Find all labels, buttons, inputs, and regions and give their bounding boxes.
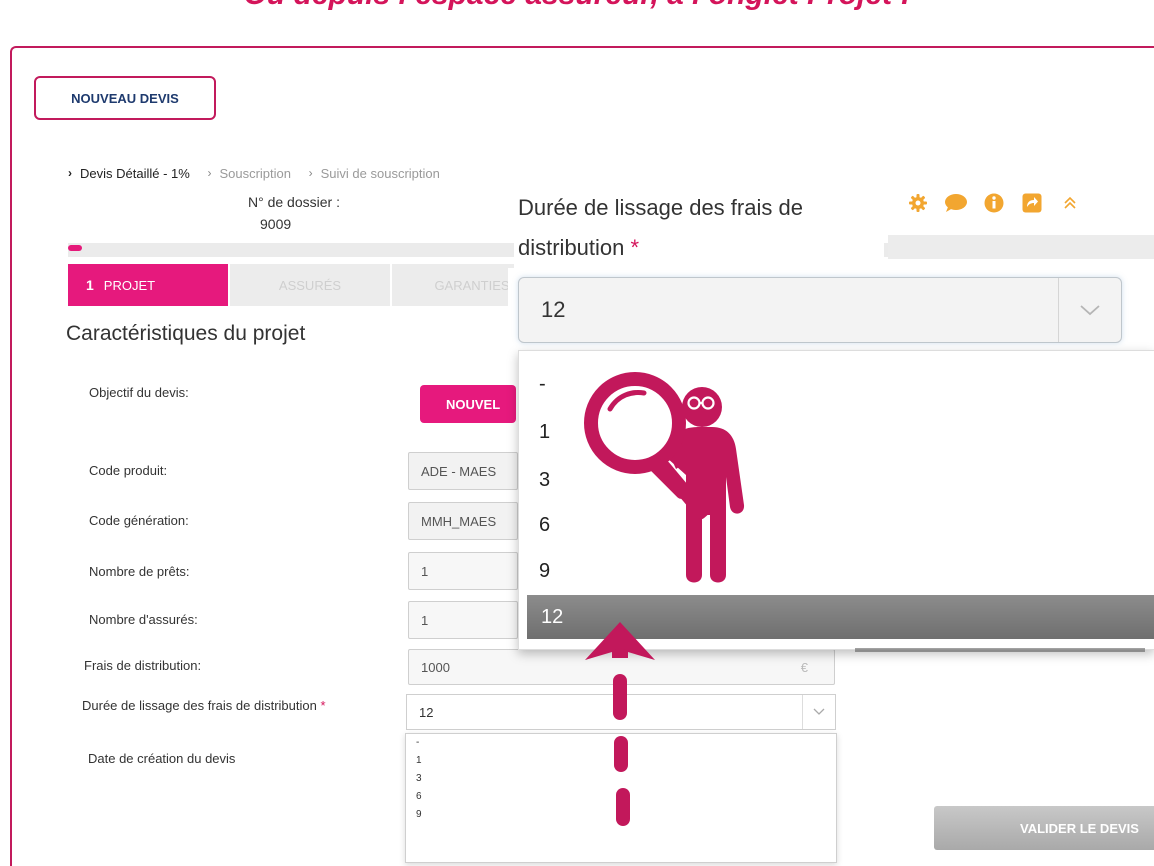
- step-tabs: 1 PROJET ASSURÉS GARANTIES: [68, 264, 554, 306]
- zoom-heading-text: Durée de lissage des frais de distributi…: [518, 195, 803, 260]
- required-mark: *: [320, 698, 326, 713]
- progress-track-right: [888, 235, 1154, 259]
- dossier-label: N° de dossier :: [248, 194, 340, 210]
- section-title: Caractéristiques du projet: [66, 322, 306, 345]
- zoom-option[interactable]: 6: [539, 514, 550, 537]
- code-produit-label: Code produit:: [89, 463, 168, 478]
- breadcrumb: › Devis Détaillé - 1% › Souscription › S…: [68, 165, 454, 181]
- tab-label: PROJET: [103, 277, 156, 293]
- divider: [855, 648, 1145, 652]
- tab-number: 1: [86, 277, 94, 293]
- info-icon[interactable]: [982, 191, 1006, 215]
- tab-projet[interactable]: 1 PROJET: [68, 264, 228, 306]
- nb-assures-label: Nombre d'assurés:: [89, 612, 198, 627]
- nb-prets-field[interactable]: 1: [408, 552, 518, 590]
- zoom-duree-select[interactable]: 12: [518, 277, 1122, 343]
- code-generation-label: Code génération:: [89, 513, 189, 528]
- chevron-down-icon: [802, 695, 835, 729]
- frais-label: Frais de distribution:: [84, 658, 202, 673]
- zoom-heading: Durée de lissage des frais de distributi…: [518, 188, 878, 268]
- banner-title: Ou depuis l’espace assureur, à l’onglet …: [0, 0, 1154, 12]
- tab-assures[interactable]: ASSURÉS: [230, 264, 390, 306]
- tab-label: GARANTIES: [434, 277, 510, 293]
- zoom-option[interactable]: 1: [539, 421, 550, 444]
- new-quote-button[interactable]: NOUVEAU DEVIS: [34, 76, 216, 120]
- chat-icon[interactable]: [944, 191, 968, 215]
- date-label: Date de création du devis: [88, 751, 236, 766]
- chevron-right-icon: ›: [207, 166, 212, 180]
- share-icon[interactable]: [1020, 191, 1044, 215]
- zoom-option[interactable]: -: [539, 373, 546, 396]
- duree-select-value: 12: [419, 704, 434, 720]
- arrow-up-icon: [585, 622, 655, 826]
- breadcrumb-step-devis[interactable]: › Devis Détaillé - 1%: [68, 166, 190, 181]
- breadcrumb-label: Suivi de souscription: [320, 165, 440, 181]
- zoom-option[interactable]: 3: [539, 469, 550, 492]
- zoom-required-mark: *: [630, 235, 640, 260]
- zoom-option[interactable]: 9: [539, 560, 550, 583]
- nb-assures-field[interactable]: 1: [408, 601, 518, 639]
- breadcrumb-label: Souscription: [219, 165, 291, 181]
- frais-value: 1000: [421, 659, 450, 675]
- code-produit-field[interactable]: ADE - MAES: [408, 452, 518, 490]
- chevron-down-icon: [1058, 278, 1121, 342]
- magnifier-person-icon: [584, 372, 745, 583]
- breadcrumb-step-souscription[interactable]: › Souscription: [207, 166, 291, 181]
- chevron-right-icon: ›: [68, 166, 72, 180]
- breadcrumb-label: Devis Détaillé - 1%: [80, 165, 190, 181]
- code-generation-field[interactable]: MMH_MAES: [408, 502, 518, 540]
- collapse-icon[interactable]: [1058, 191, 1082, 215]
- toolbar: [906, 186, 1096, 220]
- objectif-nouveau-button[interactable]: NOUVEL: [420, 385, 516, 423]
- duree-label: Durée de lissage des frais de distributi…: [82, 698, 326, 713]
- chevron-right-icon: ›: [308, 166, 313, 180]
- euro-icon: €: [800, 659, 808, 675]
- validate-quote-button[interactable]: VALIDER LE DEVIS: [934, 806, 1154, 850]
- objectif-label: Objectif du devis:: [89, 385, 189, 400]
- dossier-number: 9009: [260, 216, 292, 232]
- nb-prets-label: Nombre de prêts:: [89, 564, 190, 579]
- zoom-select-value: 12: [541, 297, 566, 322]
- duree-label-text: Durée de lissage des frais de distributi…: [82, 698, 317, 713]
- progress-fill: [68, 245, 82, 251]
- gear-icon[interactable]: [906, 191, 930, 215]
- tab-label: ASSURÉS: [278, 277, 342, 293]
- breadcrumb-step-suivi[interactable]: › Suivi de souscription: [309, 166, 440, 181]
